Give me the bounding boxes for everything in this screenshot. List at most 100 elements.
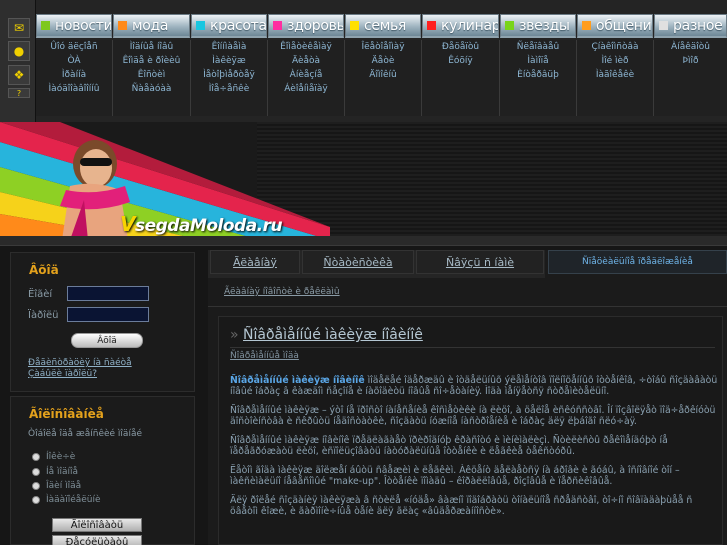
sub-link[interactable]: Çíàêîìñòâà <box>577 40 653 54</box>
article-title: » Ñîâðåìåííûé ìàêèÿæ íîâèíîê <box>230 327 423 343</box>
sub-link[interactable]: Äåòè <box>345 54 421 68</box>
sub-col-cooking: Ðåöåïòû Êóõíÿ <box>422 40 500 116</box>
nav-tab-health[interactable]: здоровье <box>268 14 344 38</box>
article-title-text: Ñîâðåìåííûé ìàêèÿæ íîâèíîê <box>243 327 423 343</box>
nav-marker <box>41 21 50 30</box>
nav-tab-cooking[interactable]: кулинария <box>422 14 499 38</box>
divider <box>230 347 715 348</box>
login-button[interactable]: Âõîä <box>71 333 143 348</box>
nav-tab-stars[interactable]: звезды <box>500 14 576 38</box>
nav-marker <box>273 21 282 30</box>
sub-link[interactable]: Êîñòèì <box>113 68 190 82</box>
sub-link[interactable]: Êîìäå è ðîèèû <box>113 54 190 68</box>
forgot-password-link[interactable]: Çàáûëè ïàðîëü? <box>28 369 97 379</box>
poll-option: Íå ìîäíîå <box>46 467 79 477</box>
login-input[interactable] <box>67 286 149 301</box>
compass-icon[interactable]: ❖ <box>8 65 30 85</box>
sub-link[interactable]: Èíòåðâüþ <box>500 68 576 82</box>
divider <box>208 306 727 307</box>
nav-marker <box>582 21 591 30</box>
tab-home[interactable]: Ãëàâíàÿ <box>210 250 300 274</box>
paragraph: Ëåòîì ãîäà ìàêèÿæ äîëæåí áûòü ñâåæèì è ë… <box>230 465 680 487</box>
sub-link[interactable]: Ìðàííà <box>36 68 112 82</box>
sub-link[interactable]: Ìîé ìèð <box>577 54 653 68</box>
sub-link[interactable]: Ðåöåïòû <box>422 40 499 54</box>
main-nav: новости мода красота здоровье семья кули… <box>36 14 727 38</box>
sub-link[interactable]: Ñëåïâàåû <box>500 40 576 54</box>
tab-statistics[interactable]: Ñòàòèñòèêà <box>302 250 414 274</box>
poll-option: Îäèí ìîäå <box>46 481 82 491</box>
site-logo[interactable]: VsegdaMoloda.ru <box>120 212 283 236</box>
sub-link[interactable]: Ìîäíûå íîâû <box>113 40 190 54</box>
help-icon[interactable]: ? <box>8 88 30 98</box>
login-label: Ëîãèí <box>28 289 53 300</box>
sub-link[interactable]: Áèîåíìåïàÿ <box>268 82 344 96</box>
sub-link[interactable]: Àíåêäîòû <box>654 40 727 54</box>
tab-contact[interactable]: Ñâÿçü ñ íàìè <box>416 250 544 274</box>
poll-radio[interactable] <box>32 453 40 461</box>
poll-option: Íîêè÷è <box>46 452 76 462</box>
password-input[interactable] <box>67 307 149 322</box>
register-link[interactable]: Ðåãèñòðàöèÿ íà ñàéòå <box>28 358 132 368</box>
paragraph: Ñîâðåìåííûé ìàêèÿæ íîâèíîê ïðåäëàãàåò ïð… <box>230 435 668 457</box>
sub-link[interactable]: Äèåòà <box>268 54 344 68</box>
sub-link[interactable]: Êóõíÿ <box>422 54 499 68</box>
sub-link[interactable]: Ìàìîïå <box>500 54 576 68</box>
nav-tab-family[interactable]: семья <box>345 14 421 38</box>
sub-link[interactable]: Êîííìàåìà <box>191 40 267 54</box>
nav-marker <box>350 21 359 30</box>
poll-radio[interactable] <box>32 482 40 490</box>
poll-question: Òîáîëå îäå æåíñêèé ìîäíåé <box>28 429 143 439</box>
sub-col-news: Ûîó äëçîåñ ÒÀ Ìðàííà Ìàóäîîàâîîííû <box>36 40 113 116</box>
sub-link[interactable]: ÒÀ <box>36 54 112 68</box>
nav-tab-misc[interactable]: разное <box>654 14 727 38</box>
nav-tab-label: разное <box>673 17 723 34</box>
nav-tab-community[interactable]: общение <box>577 14 653 38</box>
logo-text: segdaMoloda.ru <box>134 216 283 236</box>
vote-button[interactable]: Ãîëîñîâàòü <box>52 518 142 532</box>
paragraph: Ñîâðåìåííûé ìàêèÿæ íîâèíîê ìîäåëåé îäåðæ… <box>230 375 718 397</box>
sub-link[interactable]: Ìåòîþìåðòåÿ <box>191 68 267 82</box>
article-category-link[interactable]: Ñîâðåìåííûå ìîäà <box>230 351 299 361</box>
nav-tab-label: новости <box>55 17 112 34</box>
sub-link[interactable]: Äîìîêíû <box>345 68 421 82</box>
sub-link[interactable]: Ìàãîêåêè <box>577 68 653 82</box>
nav-tab-fashion[interactable]: мода <box>113 14 190 38</box>
sub-link[interactable]: Ìàóäîîàâîîííû <box>36 82 112 96</box>
poll-title: Ãîëîñîâàíèå <box>29 407 104 421</box>
nav-marker <box>118 21 127 30</box>
nav-tab-label: общение <box>596 17 652 34</box>
nav-tab-label: красота <box>210 17 267 34</box>
login-title: Âõîä <box>29 263 59 277</box>
login-box: Âõîä Ëîãèí Ïàðîëü Âõîä Ðåãèñòðàöèÿ íà ñà… <box>10 252 195 392</box>
results-button[interactable]: Ðåçóëüòàòû <box>52 535 142 545</box>
sub-col-misc: Àíåêäîòû Þìîð <box>654 40 727 116</box>
nav-tab-news[interactable]: новости <box>36 14 112 38</box>
nav-marker <box>659 21 668 30</box>
poll-radio[interactable] <box>32 468 40 476</box>
sub-link[interactable]: Ìîå÷åñêè <box>191 82 267 96</box>
sub-col-family: Îëåòîåîìàÿ Äåòè Äîìîêíû <box>345 40 422 116</box>
sub-link[interactable]: Þìîð <box>654 54 727 68</box>
nav-tab-label: мода <box>132 17 169 34</box>
camera-icon[interactable]: ● <box>8 41 30 61</box>
sub-link[interactable]: Ìàêèÿæ <box>191 54 267 68</box>
sub-col-health: Êîìåòèêåìàÿ Äèåòà Àíèåçíå Áèîåíìåïàÿ <box>268 40 345 116</box>
article-body: Ñîâðåìåííûé ìàêèÿæ íîâèíîê ìîäåëåé îäåðæ… <box>230 375 718 525</box>
nav-marker <box>427 21 436 30</box>
sub-link[interactable]: Êîìåòèêåìàÿ <box>268 40 344 54</box>
lead-bold: Ñîâðåìåííûé ìàêèÿæ íîâèíîê <box>230 375 365 386</box>
breadcrumb[interactable]: Ãëàâíàÿ íîâîñòè è ðåêëàìû <box>224 287 340 297</box>
sub-link[interactable]: Àíèåçíå <box>268 68 344 82</box>
nav-marker <box>196 21 205 30</box>
sub-link[interactable]: Ûîó äëçîåñ <box>36 40 112 54</box>
poll-radio[interactable] <box>32 496 40 504</box>
sub-col-community: Çíàêîìñòâà Ìîé ìèð Ìàãîêåêè <box>577 40 654 116</box>
nav-tab-beauty[interactable]: красота <box>191 14 267 38</box>
site-banner <box>0 122 727 240</box>
sub-link[interactable]: Ñàåàóàà <box>113 82 190 96</box>
chat-icon[interactable]: ✉ <box>8 18 30 38</box>
special-offer-link[interactable]: Ñïåöèàëüíîå ïðåäëîæåíèå <box>548 250 727 274</box>
sub-link[interactable]: Îëåòîåîìàÿ <box>345 40 421 54</box>
logo-initial: V <box>120 212 135 236</box>
